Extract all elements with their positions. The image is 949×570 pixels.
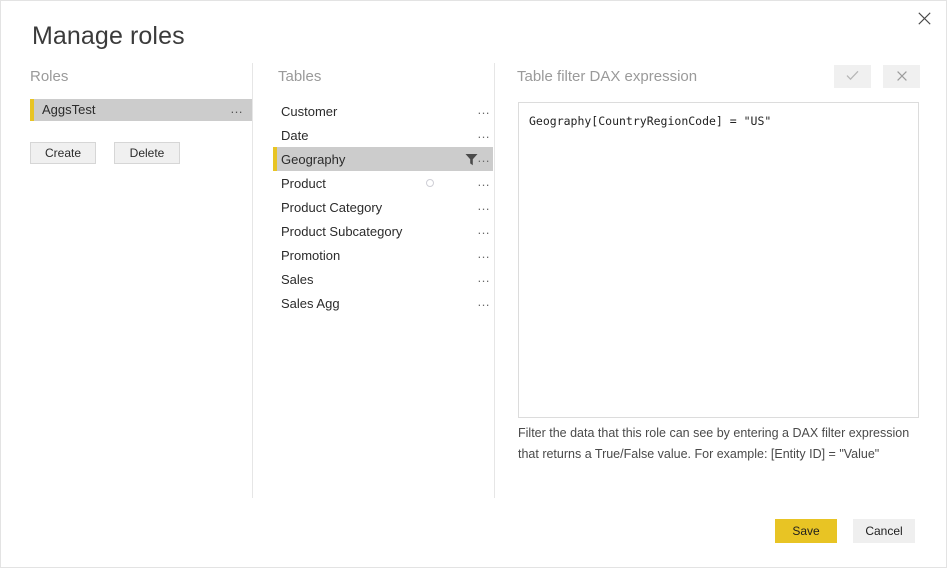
dialog-footer: Save Cancel — [775, 519, 915, 543]
table-list-item-product[interactable]: Product … — [273, 171, 493, 195]
selected-accent-bar — [273, 147, 277, 171]
ellipsis-icon[interactable]: … — [477, 294, 491, 310]
page-title: Manage roles — [32, 22, 185, 50]
ellipsis-icon[interactable]: … — [477, 246, 491, 262]
manage-roles-dialog: Manage roles Roles AggsTest … Create Del… — [0, 0, 947, 568]
role-item-label: AggsTest — [42, 102, 96, 117]
close-icon — [896, 69, 907, 84]
table-list-item-sales[interactable]: Sales … — [273, 267, 493, 291]
roles-actions: Create Delete — [30, 142, 180, 164]
busy-indicator-icon — [426, 179, 434, 187]
table-item-label: Product Category — [281, 199, 383, 215]
table-list-item-product-subcategory[interactable]: Product Subcategory … — [273, 219, 493, 243]
table-list-item-geography[interactable]: Geography … — [273, 147, 493, 171]
table-item-label: Sales — [281, 271, 314, 287]
table-item-label: Date — [281, 127, 309, 143]
checkmark-icon — [846, 69, 859, 84]
table-item-label: Sales Agg — [281, 295, 340, 311]
close-icon — [917, 11, 931, 25]
ellipsis-icon[interactable]: … — [477, 102, 491, 118]
save-button[interactable]: Save — [775, 519, 837, 543]
table-item-label: Geography — [281, 151, 346, 167]
table-item-label: Product — [281, 175, 326, 191]
table-list-item-sales-agg[interactable]: Sales Agg … — [273, 291, 493, 315]
table-item-label: Promotion — [281, 247, 341, 263]
accept-dax-button[interactable] — [834, 65, 871, 88]
create-role-button[interactable]: Create — [30, 142, 96, 164]
column-divider-right — [494, 63, 495, 498]
dax-heading: Table filter DAX expression — [517, 68, 698, 85]
ellipsis-icon[interactable]: … — [477, 270, 491, 286]
table-item-label: Customer — [281, 103, 338, 119]
roles-heading: Roles — [30, 68, 69, 85]
dax-expression-box[interactable] — [518, 102, 919, 418]
dax-help-text: Filter the data that this role can see b… — [518, 423, 928, 465]
roles-list: AggsTest … — [30, 99, 252, 121]
column-divider-left — [252, 63, 253, 498]
tables-heading: Tables — [278, 68, 322, 85]
selected-accent-bar — [30, 99, 34, 121]
ellipsis-icon[interactable]: … — [477, 198, 491, 214]
close-dialog-button[interactable] — [906, 3, 942, 33]
reject-dax-button[interactable] — [883, 65, 920, 88]
ellipsis-icon[interactable]: … — [477, 150, 491, 166]
dax-expression-input[interactable] — [529, 113, 909, 403]
table-item-label: Product Subcategory — [281, 223, 403, 239]
ellipsis-icon[interactable]: … — [477, 174, 491, 190]
tables-list: Customer … Date … Geography … Product … — [273, 99, 493, 315]
ellipsis-icon[interactable]: … — [477, 222, 491, 238]
table-list-item-promotion[interactable]: Promotion … — [273, 243, 493, 267]
table-list-item-customer[interactable]: Customer … — [273, 99, 493, 123]
delete-role-button[interactable]: Delete — [114, 142, 180, 164]
table-list-item-product-category[interactable]: Product Category … — [273, 195, 493, 219]
ellipsis-icon[interactable]: … — [230, 101, 244, 117]
role-list-item-aggstest[interactable]: AggsTest … — [30, 99, 252, 121]
dax-help-line-2: that returns a True/False value. For exa… — [518, 447, 880, 461]
cancel-button[interactable]: Cancel — [853, 519, 915, 543]
ellipsis-icon[interactable]: … — [477, 126, 491, 142]
table-list-item-date[interactable]: Date … — [273, 123, 493, 147]
dax-actions — [834, 65, 920, 88]
dax-help-line-1: Filter the data that this role can see b… — [518, 426, 910, 440]
